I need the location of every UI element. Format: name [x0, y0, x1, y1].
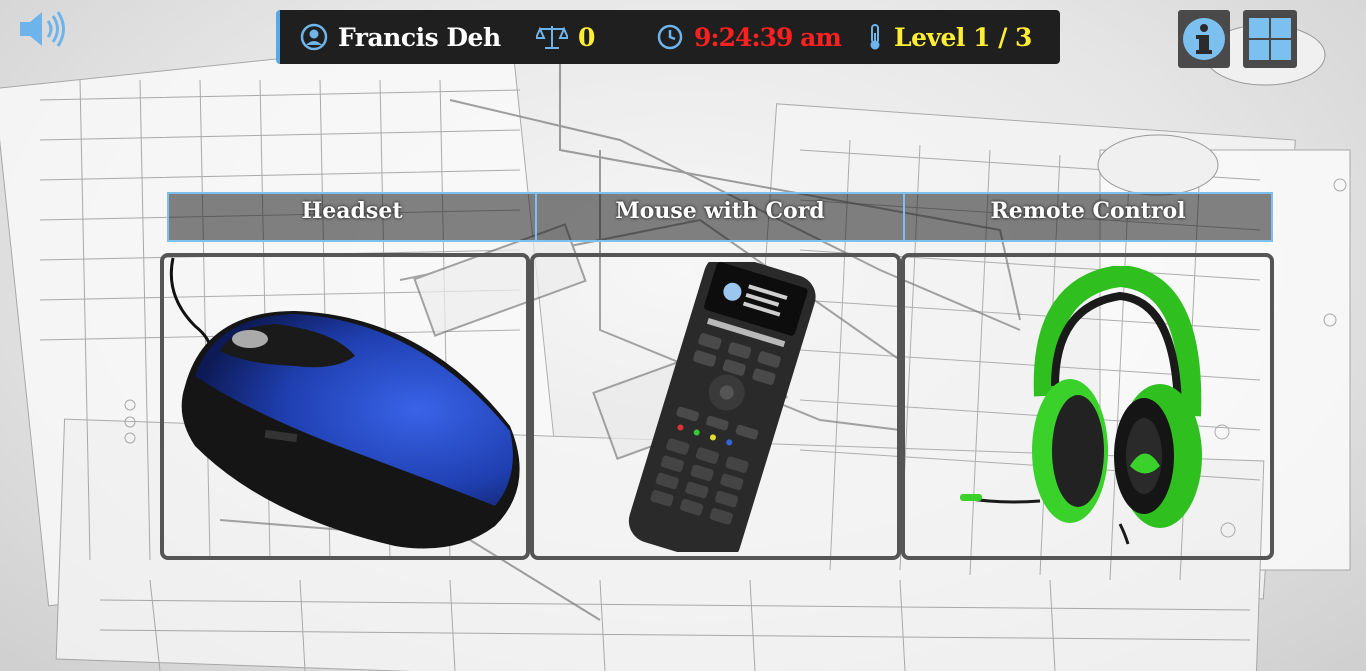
thermometer-icon: [870, 24, 880, 50]
label-headset[interactable]: Headset: [169, 194, 537, 240]
clock-value: 9:24:39 am: [694, 22, 842, 52]
info-icon: [1183, 18, 1225, 60]
level-value: Level 1 / 3: [894, 22, 1032, 52]
headset-item[interactable]: [960, 266, 1210, 546]
time-info: 9:24:39 am: [656, 10, 842, 64]
label-mouse-with-cord[interactable]: Mouse with Cord: [537, 194, 905, 240]
balance-scale-icon: [536, 26, 568, 49]
answer-labels: Headset Mouse with Cord Remote Control: [167, 192, 1273, 242]
remote-control-image: [628, 262, 816, 552]
score-info: 0: [536, 10, 595, 64]
status-hud: Francis Deh 0 9:24:39 am Level 1 / 3: [276, 10, 1060, 64]
player-name: Francis Deh: [338, 22, 501, 52]
score-value: 0: [578, 22, 596, 52]
speaker-volume-icon: [20, 11, 65, 47]
sound-toggle-button[interactable]: [18, 8, 66, 50]
player-info: Francis Deh: [300, 10, 501, 64]
windows-logo-icon: [1249, 18, 1291, 60]
clock-icon: [657, 24, 683, 50]
computer-mouse-image: [169, 257, 520, 549]
level-info: Level 1 / 3: [866, 10, 1032, 64]
mouse-item[interactable]: [165, 256, 530, 556]
user-circle-icon: [300, 23, 328, 51]
headset-image: [960, 266, 1202, 545]
remote-control-item[interactable]: [580, 262, 852, 552]
label-remote-control[interactable]: Remote Control: [905, 194, 1271, 240]
windows-button[interactable]: [1243, 10, 1297, 68]
info-button[interactable]: [1178, 10, 1230, 68]
